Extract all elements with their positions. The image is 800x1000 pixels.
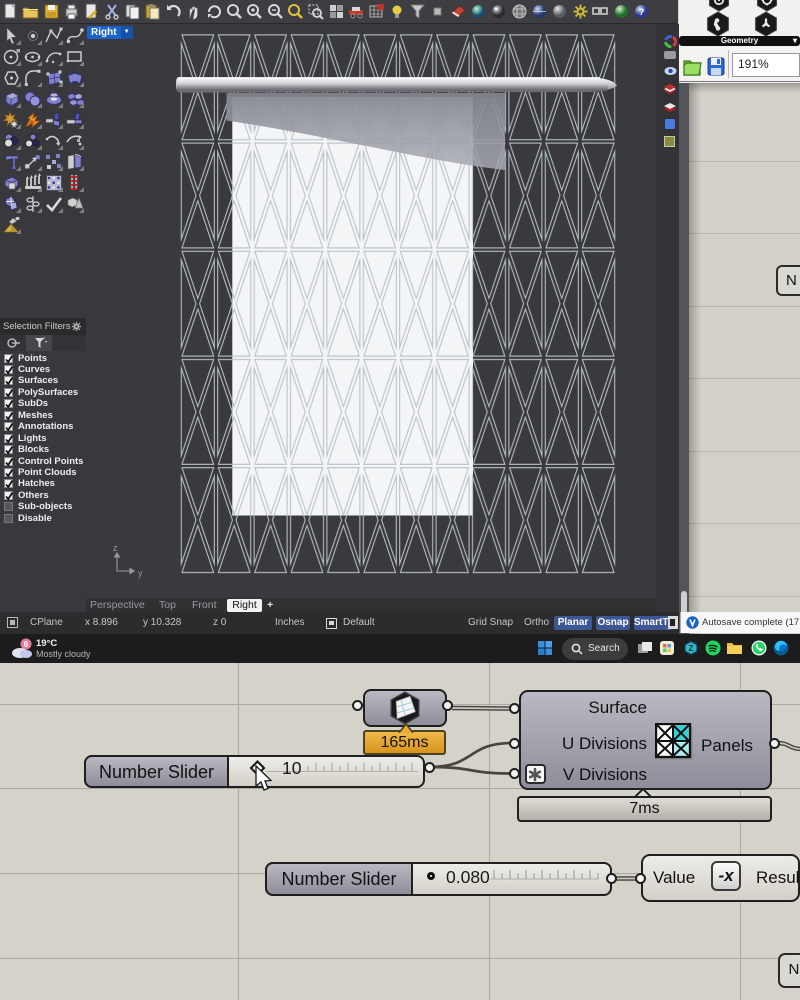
svg-text:Z: Z xyxy=(689,644,694,653)
svg-text:6: 6 xyxy=(24,640,29,649)
svg-text:?: ? xyxy=(639,7,645,17)
svg-text:y: y xyxy=(138,568,143,578)
svg-text:z: z xyxy=(113,543,118,553)
